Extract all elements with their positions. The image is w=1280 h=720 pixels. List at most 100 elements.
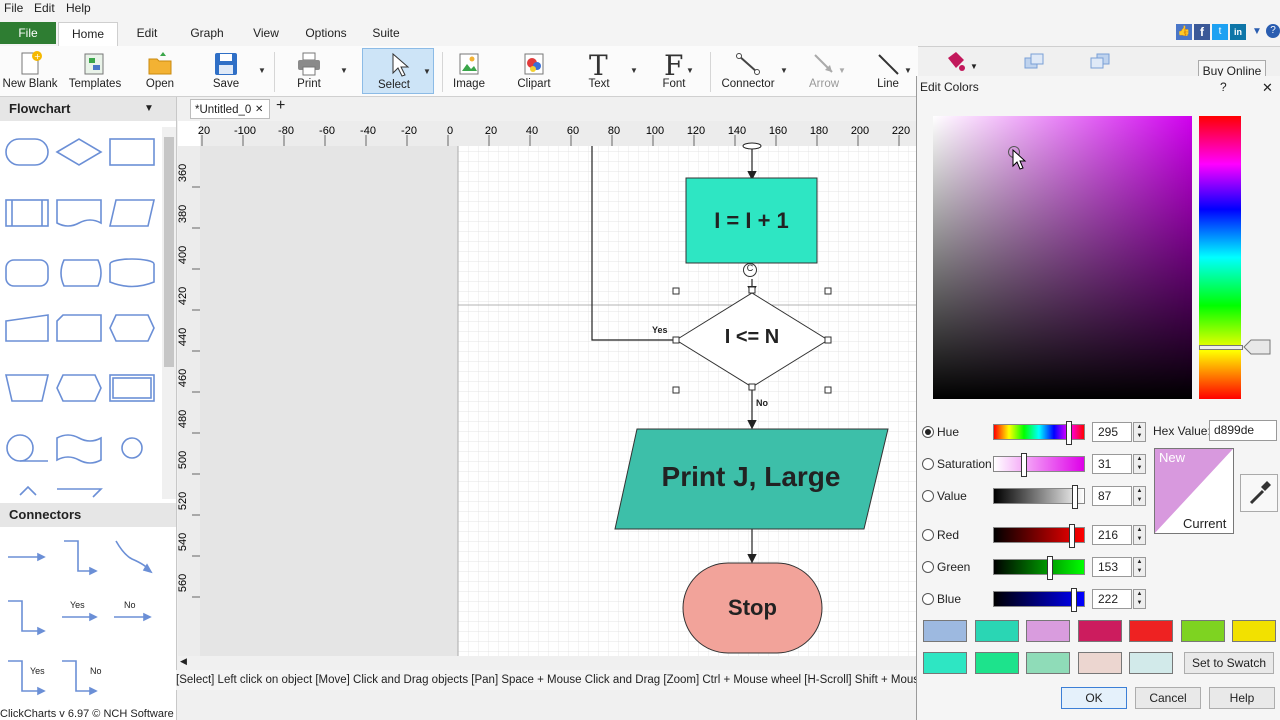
hue-bar-marker[interactable] bbox=[1199, 345, 1243, 350]
connector-dropdown-icon[interactable]: ▼ bbox=[780, 66, 788, 75]
bring-forward-icon[interactable] bbox=[1022, 52, 1048, 72]
save-button[interactable]: Save bbox=[204, 48, 248, 94]
new-blank-button[interactable]: + New Blank bbox=[2, 48, 58, 94]
color-swatch[interactable] bbox=[1129, 620, 1173, 642]
hue-input[interactable]: 295 bbox=[1092, 422, 1132, 442]
connector-button[interactable]: Connector bbox=[720, 48, 776, 94]
print-button[interactable]: Print bbox=[288, 48, 330, 94]
hue-spinner[interactable]: ▲ ▼ bbox=[1133, 422, 1146, 442]
ruler-label: 160 bbox=[769, 125, 787, 137]
hue-radio[interactable]: Hue bbox=[922, 425, 959, 439]
horizontal-scrollbar[interactable]: ◀ bbox=[178, 656, 918, 670]
linkedin-icon[interactable]: in bbox=[1230, 24, 1246, 40]
twitter-icon[interactable]: t bbox=[1212, 24, 1228, 40]
scroll-left-icon[interactable]: ◀ bbox=[180, 656, 187, 667]
tab-options[interactable]: Options bbox=[300, 22, 352, 44]
save-dropdown-icon[interactable]: ▼ bbox=[258, 66, 266, 75]
color-swatch[interactable] bbox=[1026, 652, 1070, 674]
collapse-icon[interactable]: ▼ bbox=[144, 97, 154, 121]
hex-input[interactable]: d899de bbox=[1209, 420, 1277, 441]
blue-slider[interactable] bbox=[993, 588, 1085, 612]
text-button[interactable]: T Text bbox=[580, 48, 618, 94]
select-button[interactable]: Select ▼ bbox=[362, 48, 434, 94]
blue-input[interactable]: 222 bbox=[1092, 589, 1132, 609]
line-icon bbox=[878, 54, 899, 75]
facebook-icon[interactable]: f bbox=[1194, 24, 1210, 40]
hue-pointer-icon[interactable] bbox=[1243, 339, 1271, 355]
dialog-help-button[interactable]: Help bbox=[1209, 687, 1275, 709]
ok-button[interactable]: OK bbox=[1061, 687, 1127, 709]
red-spinner[interactable]: ▲ ▼ bbox=[1133, 525, 1146, 545]
image-button[interactable]: Image bbox=[448, 48, 490, 94]
red-slider[interactable] bbox=[993, 524, 1085, 548]
canvas-area[interactable]: 20 -100 -80 -60 -40 -20 0 20 40 60 80 100 120 140 160 1… bbox=[178, 121, 918, 656]
document-tab[interactable]: *Untitled_0 ✕ bbox=[190, 99, 270, 119]
saturation-spinner[interactable]: ▲ ▼ bbox=[1133, 454, 1146, 474]
set-to-swatch-button[interactable]: Set to Swatch bbox=[1184, 652, 1274, 674]
tab-file[interactable]: File bbox=[0, 22, 56, 44]
color-swatch[interactable] bbox=[1026, 620, 1070, 642]
print-dropdown-icon[interactable]: ▼ bbox=[340, 66, 348, 75]
flowchart-panel-header[interactable]: Flowchart ▼ bbox=[0, 97, 176, 121]
value-radio[interactable]: Value bbox=[922, 489, 967, 503]
shapes-scrollbar[interactable] bbox=[162, 127, 176, 499]
font-dropdown-icon[interactable]: ▼ bbox=[686, 66, 694, 75]
color-swatch[interactable] bbox=[974, 620, 1019, 642]
tab-home[interactable]: Home bbox=[58, 22, 118, 47]
color-swatch[interactable] bbox=[1129, 652, 1173, 674]
select-dropdown-icon[interactable]: ▼ bbox=[423, 67, 431, 76]
red-radio[interactable]: Red bbox=[922, 528, 959, 542]
eyedropper-button[interactable] bbox=[1240, 474, 1278, 512]
close-tab-icon[interactable]: ✕ bbox=[255, 100, 263, 120]
cancel-button[interactable]: Cancel bbox=[1135, 687, 1201, 709]
open-button[interactable]: Open bbox=[140, 48, 180, 94]
clipart-button[interactable]: Clipart bbox=[512, 48, 556, 94]
value-spinner[interactable]: ▲ ▼ bbox=[1133, 486, 1146, 506]
saturation-input[interactable]: 31 bbox=[1092, 454, 1132, 474]
color-swatch[interactable] bbox=[1077, 652, 1122, 674]
color-swatch[interactable] bbox=[1180, 620, 1225, 642]
line-button[interactable]: Line bbox=[868, 48, 908, 94]
color-swatch[interactable] bbox=[1232, 620, 1276, 642]
dialog-help-icon[interactable]: ? bbox=[1220, 80, 1227, 94]
menu-edit[interactable]: Edit bbox=[34, 1, 55, 15]
fill-dropdown-icon[interactable]: ▼ bbox=[970, 62, 978, 71]
menu-help[interactable]: Help bbox=[66, 1, 91, 15]
help-icon[interactable]: ? bbox=[1266, 24, 1280, 38]
arrow-dropdown-icon[interactable]: ▼ bbox=[838, 66, 846, 75]
color-swatch[interactable] bbox=[1077, 620, 1122, 642]
hue-bar[interactable] bbox=[1199, 116, 1241, 399]
green-input[interactable]: 153 bbox=[1092, 557, 1132, 577]
send-backward-icon[interactable] bbox=[1088, 52, 1114, 72]
tab-suite[interactable]: Suite bbox=[366, 22, 406, 44]
saturation-value-picker[interactable] bbox=[933, 116, 1192, 399]
color-swatch[interactable] bbox=[974, 652, 1019, 674]
tab-graph[interactable]: Graph bbox=[184, 22, 230, 44]
tab-edit[interactable]: Edit bbox=[126, 22, 168, 44]
red-input[interactable]: 216 bbox=[1092, 525, 1132, 545]
value-slider[interactable] bbox=[993, 485, 1085, 509]
like-icon[interactable]: 👍 bbox=[1176, 24, 1192, 40]
tab-view[interactable]: View bbox=[246, 22, 286, 44]
fill-bucket-icon[interactable] bbox=[942, 50, 966, 74]
color-swatch[interactable] bbox=[923, 652, 967, 674]
hue-slider[interactable] bbox=[993, 421, 1085, 445]
templates-button[interactable]: Templates bbox=[66, 48, 124, 94]
dialog-close-button[interactable]: ✕ bbox=[1262, 80, 1273, 96]
dropdown-arrow-icon[interactable]: ▼ bbox=[1252, 26, 1262, 37]
line-dropdown-icon[interactable]: ▼ bbox=[904, 66, 912, 75]
saturation-radio[interactable]: Saturation bbox=[922, 457, 992, 471]
value-input[interactable]: 87 bbox=[1092, 486, 1132, 506]
green-slider[interactable] bbox=[993, 556, 1085, 580]
menu-file[interactable]: File bbox=[4, 1, 23, 15]
blue-radio[interactable]: Blue bbox=[922, 592, 961, 606]
saturation-slider[interactable] bbox=[993, 453, 1085, 477]
add-tab-button[interactable]: + bbox=[276, 97, 285, 115]
green-spinner[interactable]: ▲ ▼ bbox=[1133, 557, 1146, 577]
color-swatch[interactable] bbox=[923, 620, 967, 642]
ribbon-tab-row: File Home Edit Graph View Options Suite … bbox=[0, 18, 1280, 47]
green-radio[interactable]: Green bbox=[922, 560, 970, 574]
connectors-panel-header[interactable]: Connectors bbox=[0, 503, 176, 527]
text-dropdown-icon[interactable]: ▼ bbox=[630, 66, 638, 75]
blue-spinner[interactable]: ▲ ▼ bbox=[1133, 589, 1146, 609]
